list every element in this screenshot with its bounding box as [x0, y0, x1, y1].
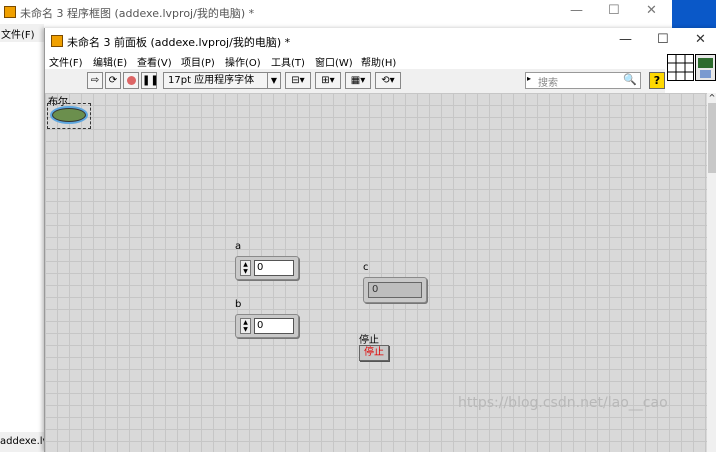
status-project-path: addexe.lv — [0, 436, 44, 447]
context-help-button[interactable]: ? — [649, 72, 665, 89]
numeric-b-value[interactable]: 0 — [254, 318, 294, 334]
font-select-label: 17pt 应用程序字体 — [168, 75, 255, 86]
block-diagram-body — [0, 42, 45, 432]
increment-decrement-icon[interactable]: ▲ ▼ — [240, 260, 251, 276]
scroll-up-icon[interactable]: ^ — [707, 93, 716, 102]
menu-operate[interactable]: 操作(O) — [225, 54, 261, 69]
run-continuously-icon[interactable]: ⟳ — [105, 72, 121, 89]
menubar: 文件(F) 编辑(E) 查看(V) 项目(P) 操作(O) 工具(T) 窗口(W… — [45, 52, 665, 69]
watermark: https://blog.csdn.net/lao__cao — [458, 395, 668, 411]
menu-view[interactable]: 查看(V) — [137, 54, 172, 69]
close-icon[interactable]: ✕ — [695, 32, 706, 47]
front-panel-window: 未命名 3 前面板 (addexe.lvproj/我的电脑) * — ☐ ✕ 文… — [44, 28, 716, 452]
maximize-icon[interactable]: ☐ — [608, 3, 620, 18]
control-a-label: a — [235, 241, 242, 252]
search-input[interactable]: ▸ 搜索 🔍 — [525, 72, 641, 89]
pause-icon[interactable]: ❚❚ — [141, 72, 159, 89]
front-panel-title: 未命名 3 前面板 (addexe.lvproj/我的电脑) * — [67, 36, 291, 49]
block-diagram-titlebar: 未命名 3 程序框图 (addexe.lvproj/我的电脑) * — ☐ ✕ — [0, 0, 670, 24]
labview-vi-icon — [51, 35, 63, 47]
increment-decrement-icon[interactable]: ▲ ▼ — [240, 318, 251, 334]
menu-help[interactable]: 帮助(H) — [361, 54, 396, 69]
block-diagram-menubar: 文件(F) — [0, 24, 44, 43]
background-window-edge — [672, 0, 716, 30]
font-select[interactable]: 17pt 应用程序字体 ▼ — [163, 72, 281, 89]
search-placeholder: 搜索 — [538, 78, 558, 89]
indicator-c-label: c — [363, 262, 369, 273]
block-diagram-status: addexe.lv — [0, 432, 44, 452]
menu-tools[interactable]: 工具(T) — [271, 54, 305, 69]
block-diagram-title: 未命名 3 程序框图 (addexe.lvproj/我的电脑) * — [20, 7, 255, 20]
numeric-indicator-c[interactable]: 0 — [363, 277, 427, 303]
search-options-icon[interactable]: ▸ — [527, 74, 531, 83]
stop-button[interactable]: 停止 — [359, 345, 389, 361]
numeric-c-value: 0 — [368, 282, 422, 298]
menu-edit[interactable]: 编辑(E) — [93, 54, 127, 69]
labview-vi-icon — [4, 6, 16, 18]
toolbar: ⇨ ⟳ ❚❚ 17pt 应用程序字体 ▼ ⊟▾ ⊞▾ ▦▾ ⟲▾ ▸ 搜索 🔍 … — [45, 69, 665, 93]
stop-label: 停止 — [359, 335, 379, 346]
close-icon[interactable]: ✕ — [646, 3, 657, 18]
numeric-control-a[interactable]: ▲ ▼ 0 — [235, 256, 299, 280]
resize-objects-icon[interactable]: ▦▾ — [345, 72, 371, 89]
boolean-led-icon — [52, 108, 86, 122]
menu-file[interactable]: 文件(F) — [1, 26, 35, 41]
minimize-icon[interactable]: — — [619, 32, 632, 47]
align-objects-icon[interactable]: ⊟▾ — [285, 72, 311, 89]
vi-connector-pane-icon[interactable] — [667, 54, 716, 88]
distribute-objects-icon[interactable]: ⊞▾ — [315, 72, 341, 89]
numeric-a-value[interactable]: 0 — [254, 260, 294, 276]
minimize-icon[interactable]: — — [570, 3, 583, 18]
menu-window[interactable]: 窗口(W) — [315, 54, 353, 69]
search-icon[interactable]: 🔍 — [623, 73, 637, 86]
reorder-icon[interactable]: ⟲▾ — [375, 72, 401, 89]
chevron-down-icon: ▼ — [267, 73, 280, 88]
control-b-label: b — [235, 299, 242, 310]
abort-icon[interactable] — [123, 72, 139, 89]
numeric-control-b[interactable]: ▲ ▼ 0 — [235, 314, 299, 338]
menu-file[interactable]: 文件(F) — [49, 54, 83, 69]
scrollbar-thumb[interactable] — [708, 103, 716, 173]
run-arrow-icon[interactable]: ⇨ — [87, 72, 103, 89]
boolean-control[interactable] — [47, 103, 91, 129]
menu-project[interactable]: 项目(P) — [181, 54, 215, 69]
maximize-icon[interactable]: ☐ — [657, 32, 669, 47]
